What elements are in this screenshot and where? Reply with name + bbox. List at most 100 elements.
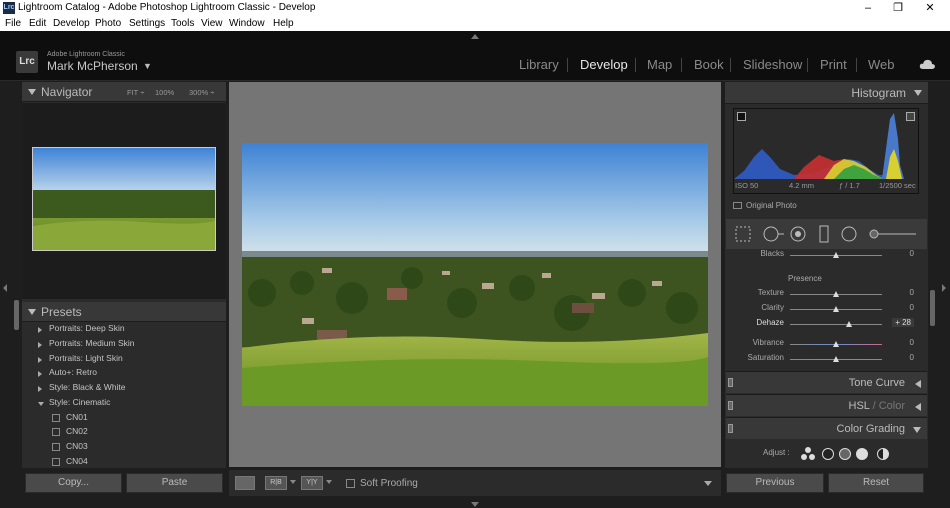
expand-icon[interactable]	[915, 403, 921, 411]
hsl-tab[interactable]: HSL	[849, 400, 870, 412]
presets-collapse-icon[interactable]	[28, 309, 36, 315]
blacks-knob[interactable]	[833, 252, 839, 258]
preset-item[interactable]: CN01	[52, 412, 212, 426]
soft-proofing-checkbox[interactable]	[346, 479, 355, 488]
main-photo[interactable]	[242, 143, 708, 406]
clarity-slider[interactable]: Clarity 0	[726, 303, 926, 317]
saturation-slider[interactable]: Saturation 0	[726, 353, 926, 367]
before-after-dropdown-icon[interactable]	[290, 480, 296, 484]
three-way-icon[interactable]	[800, 446, 816, 462]
histogram-collapse-icon[interactable]	[914, 90, 922, 96]
module-book[interactable]: Book	[694, 57, 724, 72]
color-tab[interactable]: Color	[879, 400, 905, 412]
histogram-header[interactable]: Histogram	[725, 82, 928, 104]
global-wheel-icon[interactable]	[877, 448, 889, 460]
dehaze-value[interactable]: + 28	[892, 318, 914, 327]
module-map[interactable]: Map	[647, 57, 672, 72]
lrc-logo: Lrc	[16, 51, 38, 73]
navigator-thumbnail[interactable]	[32, 147, 216, 251]
highlights-wheel-icon[interactable]	[856, 448, 868, 460]
menu-window[interactable]: Window	[229, 18, 265, 29]
navigator-collapse-icon[interactable]	[28, 89, 36, 95]
preset-item[interactable]: CN04	[52, 456, 212, 470]
clarity-value[interactable]: 0	[910, 303, 914, 312]
navigator-100-option[interactable]: 100%	[155, 88, 174, 97]
preset-group[interactable]: Style: Cinematic	[38, 397, 218, 411]
preset-group[interactable]: Portraits: Light Skin	[38, 353, 218, 367]
blacks-slider[interactable]: Blacks 0	[726, 249, 926, 263]
preset-group[interactable]: Auto+: Retro	[38, 367, 218, 381]
panel-toggle-switch[interactable]	[728, 424, 733, 433]
midtones-wheel-icon[interactable]	[839, 448, 851, 460]
texture-value[interactable]: 0	[910, 288, 914, 297]
panel-toggle-switch[interactable]	[728, 378, 733, 387]
menu-help[interactable]: Help	[273, 18, 294, 29]
dehaze-slider[interactable]: Dehaze + 28	[726, 318, 926, 332]
left-panel-scrollbar[interactable]	[14, 300, 19, 330]
identity-dropdown-icon[interactable]: ▼	[143, 61, 152, 71]
saturation-knob[interactable]	[833, 356, 839, 362]
reset-button[interactable]: Reset	[828, 473, 924, 493]
panel-toggle-switch[interactable]	[728, 401, 733, 410]
collapse-left-panel-icon[interactable]	[3, 284, 7, 292]
menu-edit[interactable]: Edit	[29, 18, 46, 29]
swap-dropdown-icon[interactable]	[326, 480, 332, 484]
shadow-clipping-icon[interactable]	[737, 112, 746, 121]
preset-item[interactable]: CN03	[52, 441, 212, 455]
before-after-swap-button[interactable]: Y|Y	[301, 476, 323, 490]
maximize-button[interactable]: ❐	[880, 0, 916, 17]
module-develop[interactable]: Develop	[580, 57, 628, 72]
hsl-color-header[interactable]: HSL / Color	[726, 394, 927, 416]
loupe-view-button[interactable]	[235, 476, 255, 490]
module-library[interactable]: Library	[519, 57, 559, 72]
navigator-header[interactable]: Navigator FIT ÷ 100% 300% ÷	[22, 82, 226, 102]
navigator-fit-option[interactable]: FIT ÷	[127, 88, 144, 97]
preset-item[interactable]: CN02	[52, 426, 212, 440]
vibrance-value[interactable]: 0	[910, 338, 914, 347]
module-slideshow[interactable]: Slideshow	[743, 57, 802, 72]
user-name: Mark McPherson	[47, 59, 138, 73]
collapse-filmstrip-icon[interactable]	[471, 502, 479, 507]
menu-photo[interactable]: Photo	[95, 18, 121, 29]
dehaze-knob[interactable]	[846, 321, 852, 327]
preset-group-label: Style: Cinematic	[49, 397, 111, 407]
collapse-icon[interactable]	[913, 427, 921, 433]
preset-group[interactable]: Portraits: Medium Skin	[38, 338, 218, 352]
preset-group[interactable]: Portraits: Deep Skin	[38, 323, 218, 337]
tone-curve-header[interactable]: Tone Curve	[726, 371, 927, 393]
saturation-value[interactable]: 0	[910, 353, 914, 362]
clarity-knob[interactable]	[833, 306, 839, 312]
exif-iso: ISO 50	[735, 181, 759, 190]
menu-settings[interactable]: Settings	[129, 18, 165, 29]
shadows-wheel-icon[interactable]	[822, 448, 834, 460]
module-web[interactable]: Web	[868, 57, 895, 72]
collapse-top-panel-icon[interactable]	[471, 34, 479, 39]
vibrance-knob[interactable]	[833, 341, 839, 347]
paste-button[interactable]: Paste	[126, 473, 223, 493]
color-grading-header[interactable]: Color Grading	[726, 417, 927, 439]
close-button[interactable]: ✕	[912, 0, 948, 17]
texture-knob[interactable]	[833, 291, 839, 297]
texture-slider[interactable]: Texture 0	[726, 288, 926, 302]
highlight-clipping-icon[interactable]	[906, 112, 915, 121]
before-after-lr-button[interactable]: R|B	[265, 476, 287, 490]
dehaze-track[interactable]	[790, 324, 882, 325]
module-print[interactable]: Print	[820, 57, 847, 72]
presets-header[interactable]: Presets	[22, 302, 226, 322]
blacks-value[interactable]: 0	[910, 249, 914, 258]
copy-button[interactable]: Copy...	[25, 473, 122, 493]
menu-view[interactable]: View	[201, 18, 223, 29]
toolbar-menu-icon[interactable]	[704, 481, 712, 486]
right-panel-scrollbar[interactable]	[930, 290, 935, 326]
collapse-right-panel-icon[interactable]	[942, 284, 946, 292]
vibrance-slider[interactable]: Vibrance 0	[726, 338, 926, 352]
original-photo-checkbox[interactable]	[733, 202, 742, 209]
menu-develop[interactable]: Develop	[53, 18, 90, 29]
previous-button[interactable]: Previous	[726, 473, 824, 493]
preset-group[interactable]: Style: Black & White	[38, 382, 218, 396]
navigator-300-option[interactable]: 300% ÷	[189, 88, 214, 97]
menu-file[interactable]: File	[5, 18, 21, 29]
menu-tools[interactable]: Tools	[171, 18, 194, 29]
cloud-sync-icon[interactable]	[919, 59, 935, 69]
expand-icon[interactable]	[915, 380, 921, 388]
